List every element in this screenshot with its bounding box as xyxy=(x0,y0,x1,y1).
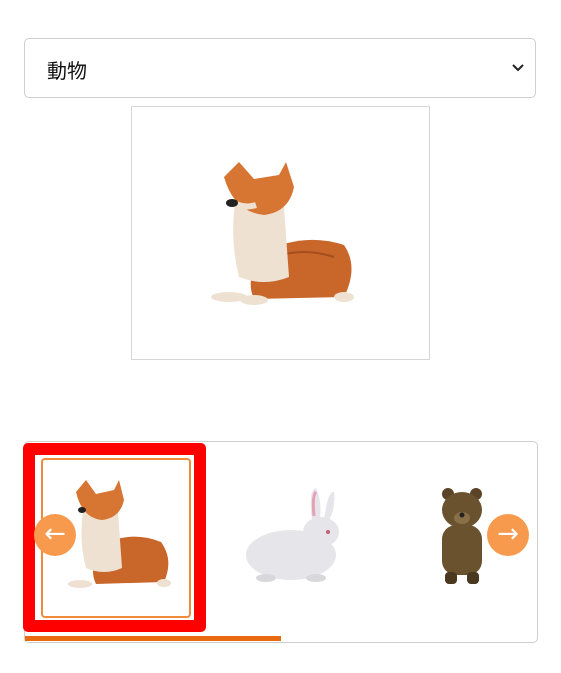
arrow-right-icon: → xyxy=(497,519,519,549)
carousel-prev-button[interactable]: ← xyxy=(34,514,76,556)
carousel-progress-fill xyxy=(25,636,281,641)
rabbit-thumbnail xyxy=(246,488,339,582)
chevron-down-icon xyxy=(512,64,524,72)
shiba-dog-preview xyxy=(211,162,354,305)
arrow-left-icon: ← xyxy=(44,519,66,549)
category-select[interactable]: 動物 xyxy=(24,38,536,98)
category-select-value: 動物 xyxy=(47,59,87,83)
carousel-progress-track xyxy=(25,636,536,641)
carousel-item-rabbit[interactable] xyxy=(221,452,371,612)
preview-image xyxy=(131,106,430,360)
carousel-next-button[interactable]: → xyxy=(487,514,529,556)
carousel xyxy=(24,441,538,643)
